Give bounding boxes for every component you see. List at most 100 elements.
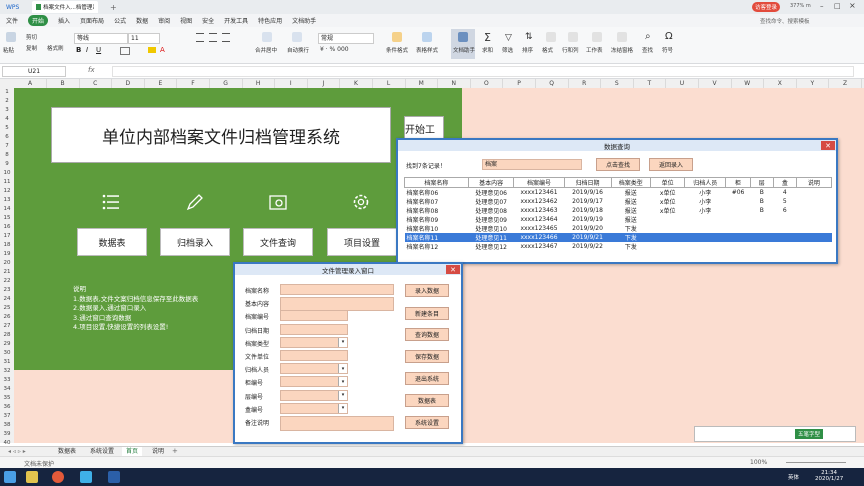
- row-header[interactable]: 34: [0, 386, 14, 392]
- percent-icon[interactable]: ¥ · % 000: [320, 46, 349, 53]
- menu-special-apps[interactable]: 特色应用: [258, 16, 282, 25]
- chevron-down-icon[interactable]: ▾: [338, 364, 347, 374]
- entry-input[interactable]: [280, 416, 394, 431]
- number-format-select[interactable]: 常规: [318, 33, 374, 44]
- menu-file[interactable]: 文件: [6, 16, 18, 25]
- worksheet-button[interactable]: 工作表: [586, 46, 603, 54]
- row-header[interactable]: 8: [0, 152, 14, 158]
- freeze-button[interactable]: 冻结窗格: [611, 46, 633, 54]
- row-header[interactable]: 30: [0, 350, 14, 356]
- column-header[interactable]: L: [373, 79, 406, 88]
- browser-icon[interactable]: [52, 471, 64, 483]
- worksheet-icon[interactable]: [592, 32, 602, 42]
- row-header[interactable]: 27: [0, 323, 14, 329]
- rowcol-button[interactable]: 行和列: [562, 46, 579, 54]
- border-icon[interactable]: [120, 47, 130, 55]
- menu-page-layout[interactable]: 页面布局: [80, 16, 104, 25]
- app-logo[interactable]: WPS: [2, 1, 24, 13]
- row-header[interactable]: 39: [0, 431, 14, 437]
- find-icon[interactable]: ⌕: [645, 31, 651, 42]
- minimize-button[interactable]: –: [820, 2, 824, 10]
- entry-input[interactable]: [280, 297, 394, 312]
- align-middle-icon[interactable]: [209, 33, 218, 42]
- wrap-icon[interactable]: [292, 32, 302, 42]
- row-header[interactable]: 12: [0, 188, 14, 194]
- tab-nav-arrows[interactable]: ◂ ◃ ▹ ▸: [8, 448, 26, 455]
- chevron-down-icon[interactable]: ▾: [338, 377, 347, 387]
- entry-input[interactable]: [280, 350, 348, 361]
- formula-input[interactable]: [112, 66, 854, 77]
- font-color-icon[interactable]: A: [160, 46, 165, 54]
- column-header[interactable]: 层: [749, 177, 774, 188]
- login-button[interactable]: 访客登录: [752, 2, 781, 12]
- nav-file-query-button[interactable]: 文件查询: [243, 228, 313, 256]
- nav-project-settings-button[interactable]: 项目设置: [327, 228, 397, 256]
- row-header[interactable]: 31: [0, 359, 14, 365]
- table-style-button[interactable]: 表格样式: [416, 46, 438, 54]
- search-button[interactable]: 点击查找: [596, 158, 640, 171]
- cond-format-icon[interactable]: [392, 32, 402, 42]
- merge-button[interactable]: 合并居中: [255, 46, 277, 54]
- row-header[interactable]: 32: [0, 368, 14, 374]
- wrap-button[interactable]: 自动换行: [287, 46, 309, 54]
- entry-action-button[interactable]: 数据表: [405, 394, 449, 407]
- cut-button[interactable]: 剪切: [26, 33, 37, 41]
- entry-action-button[interactable]: 保存数据: [405, 350, 449, 363]
- align-bottom-icon[interactable]: [222, 33, 231, 42]
- doc-helper-icon[interactable]: [458, 32, 468, 42]
- row-header[interactable]: 2: [0, 98, 14, 104]
- column-header[interactable]: M: [405, 79, 439, 88]
- doc-helper-button[interactable]: 文档助手: [453, 46, 475, 54]
- column-header[interactable]: Q: [536, 79, 569, 88]
- table-row[interactable]: 档案名称07 处理意见07 xxxx123462 2019/9/17 报送 x单位 小李 B 5: [405, 197, 832, 206]
- entry-select[interactable]: ▾: [280, 336, 348, 348]
- row-header[interactable]: 10: [0, 170, 14, 176]
- table-row[interactable]: 档案名称09 处理意见09 xxxx123464 2019/9/19 报送: [405, 215, 832, 224]
- italic-button[interactable]: I: [86, 46, 88, 54]
- align-top-icon[interactable]: [196, 33, 204, 42]
- column-header[interactable]: 档案编号: [513, 177, 565, 188]
- column-header[interactable]: 档案名称: [404, 177, 469, 188]
- column-header[interactable]: C: [79, 79, 113, 88]
- filter-button[interactable]: 筛选: [502, 46, 513, 54]
- fx-icon[interactable]: fx: [88, 66, 95, 74]
- explorer-icon[interactable]: [26, 471, 38, 483]
- row-header[interactable]: 15: [0, 215, 14, 221]
- row-header[interactable]: 38: [0, 422, 14, 428]
- column-header[interactable]: I: [275, 79, 308, 88]
- row-header[interactable]: 23: [0, 287, 14, 293]
- row-header[interactable]: 18: [0, 242, 14, 248]
- entry-close-button[interactable]: ✕: [446, 265, 460, 274]
- merge-icon[interactable]: [262, 32, 272, 42]
- column-header[interactable]: D: [112, 79, 145, 88]
- entry-action-button[interactable]: 录入数据: [405, 284, 449, 297]
- wps-taskbar-icon[interactable]: [108, 471, 120, 483]
- nav-data-table-button[interactable]: 数据表: [77, 228, 147, 256]
- row-header[interactable]: 13: [0, 197, 14, 203]
- column-header[interactable]: U: [666, 79, 699, 88]
- column-header[interactable]: 归档人员: [684, 177, 727, 188]
- fill-color-icon[interactable]: [148, 47, 156, 53]
- entry-input[interactable]: [280, 284, 394, 295]
- table-row[interactable]: 档案名称08 处理意见08 xxxx123463 2019/9/18 报送 x单位 小李 B 6: [405, 206, 832, 215]
- column-header[interactable]: 基本内容: [467, 177, 515, 188]
- column-header[interactable]: J: [307, 79, 341, 88]
- font-name-select[interactable]: 等线: [74, 33, 128, 44]
- format-painter-button[interactable]: 格式刷: [47, 44, 64, 52]
- paste-label[interactable]: 粘贴: [3, 46, 14, 54]
- sort-icon[interactable]: ⇅: [525, 32, 533, 42]
- row-header[interactable]: 3: [0, 107, 14, 113]
- column-header[interactable]: E: [144, 79, 178, 88]
- menu-view[interactable]: 视图: [180, 16, 192, 25]
- row-header[interactable]: 9: [0, 161, 14, 167]
- column-header[interactable]: 档案类型: [610, 177, 652, 188]
- menu-doc-helper[interactable]: 文档助手: [292, 16, 316, 25]
- row-header[interactable]: 6: [0, 134, 14, 140]
- entry-select[interactable]: ▾: [280, 402, 348, 414]
- row-header[interactable]: 14: [0, 206, 14, 212]
- entry-select[interactable]: ▾: [280, 363, 348, 375]
- menu-start[interactable]: 开始: [28, 15, 49, 26]
- chevron-down-icon[interactable]: ▾: [338, 403, 347, 413]
- column-header[interactable]: A: [14, 79, 47, 88]
- column-header[interactable]: G: [210, 79, 243, 88]
